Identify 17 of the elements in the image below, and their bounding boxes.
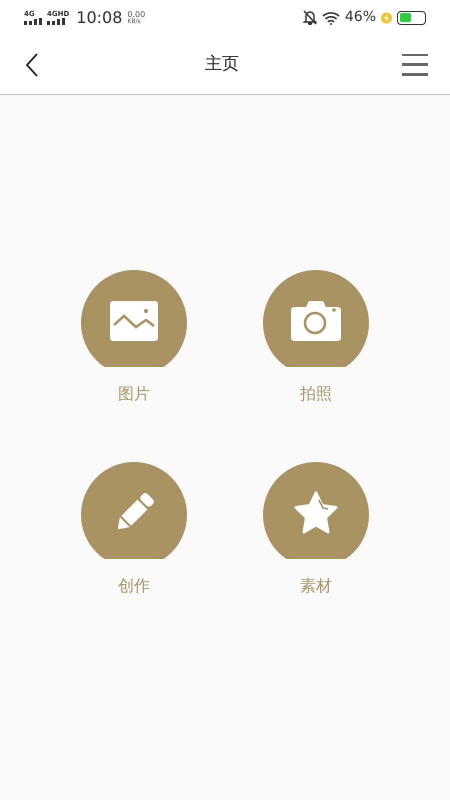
tile-label: 创作: [118, 575, 150, 597]
bell-muted-icon: [302, 10, 317, 25]
battery-percent: 46%: [344, 8, 376, 27]
tile-label: 图片: [118, 383, 150, 405]
image-icon: [110, 301, 158, 341]
tile-label: 拍照: [300, 383, 332, 405]
camera-icon: [291, 301, 341, 341]
tile-label: 素材: [300, 575, 332, 597]
battery-icon: [397, 10, 426, 24]
clock-time: 10:08: [76, 6, 122, 28]
menu-button[interactable]: [402, 54, 428, 76]
page-title: 主页: [205, 52, 239, 76]
star-icon: [292, 490, 340, 536]
network-speed: 0.00: [127, 10, 146, 18]
signal-icon: [24, 18, 42, 24]
signal-icon: [47, 18, 65, 24]
wifi-icon: [322, 10, 340, 24]
